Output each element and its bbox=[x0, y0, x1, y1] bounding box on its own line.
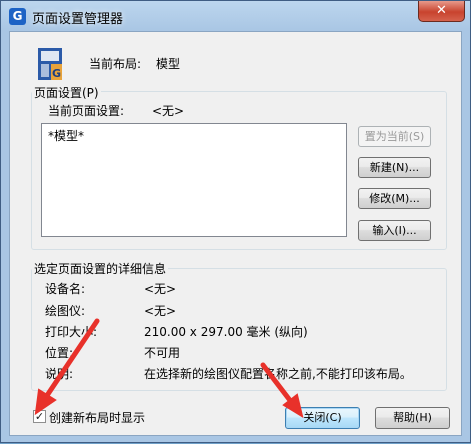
arrow-to-close-button bbox=[260, 362, 304, 419]
annotation-arrows bbox=[34, 318, 304, 419]
arrow-to-checkbox bbox=[34, 318, 100, 416]
page-setup-manager-window: G 页面设置管理器 ✕ G 当前布局: 模型 页面设置(P) 当前页面设置: <… bbox=[0, 0, 471, 443]
